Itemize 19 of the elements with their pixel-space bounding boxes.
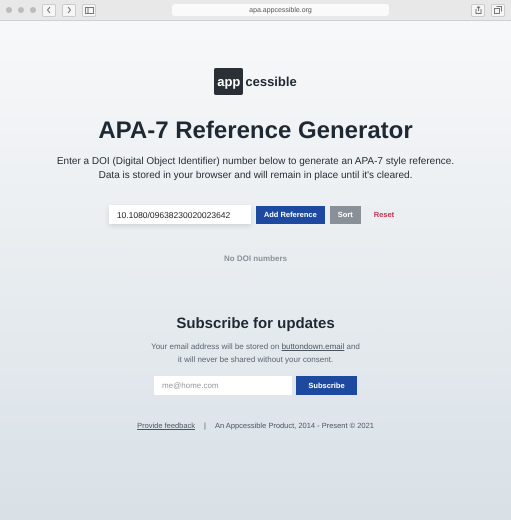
tabs-icon[interactable] xyxy=(491,4,505,16)
sidebar-icon[interactable] xyxy=(82,4,96,16)
window-dot[interactable] xyxy=(6,7,12,13)
buttondown-link[interactable]: buttondown.email xyxy=(282,342,344,351)
intro-text: Enter a DOI (Digital Object Identifier) number below to generate an APA-7 style reference. xyxy=(56,155,454,169)
window-dot[interactable] xyxy=(30,7,36,13)
page-title: APA-7 Reference Generator xyxy=(98,117,413,145)
window-dot[interactable] xyxy=(18,7,24,13)
subscribe-heading: Subscribe for updates xyxy=(176,315,335,332)
logo-mark: app xyxy=(214,68,244,95)
forward-icon[interactable] xyxy=(62,4,76,16)
share-icon[interactable] xyxy=(471,4,485,16)
doi-input[interactable]: 10.1080/09638230020023642 xyxy=(108,205,251,224)
email-input[interactable]: me@home.com xyxy=(154,376,292,395)
back-icon[interactable] xyxy=(42,4,56,16)
privacy-note: Your email address will be stored on buttondown.email and it will never be shared without your consent. xyxy=(150,341,360,366)
intro-text: Data is stored in your browser and will remain in place until it's cleared. xyxy=(98,169,412,183)
empty-message: No DOI numbers xyxy=(224,254,288,263)
logo-text: cessible xyxy=(245,74,297,89)
